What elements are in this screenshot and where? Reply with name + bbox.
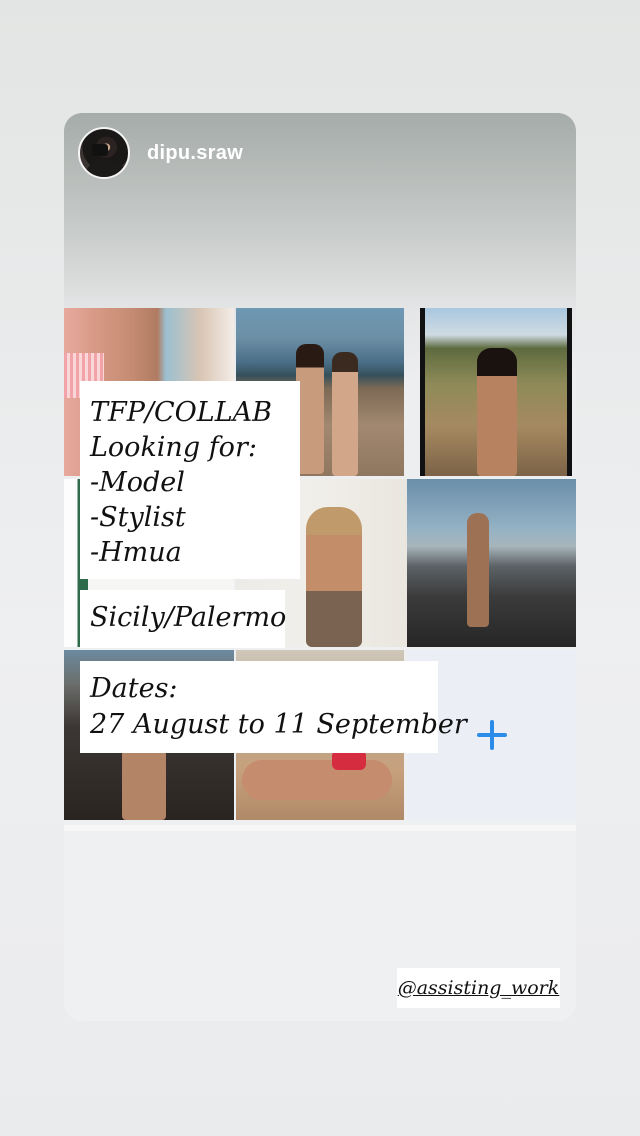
divider xyxy=(64,825,576,831)
text-line: -Stylist xyxy=(90,502,186,533)
text-sticker-looking-for: TFP/COLLAB Looking for: -Model -Stylist … xyxy=(80,381,300,579)
dates-value: 27 August to 11 September xyxy=(90,709,467,740)
photo-tile xyxy=(420,308,572,476)
text-sticker-location: Sicily/Palermo xyxy=(80,590,286,648)
text-line: -Hmua xyxy=(90,537,182,568)
text-line: -Model xyxy=(90,467,185,498)
camera-icon xyxy=(92,144,108,156)
plus-icon[interactable] xyxy=(477,720,507,750)
dates-label: Dates: xyxy=(90,673,178,704)
text-sticker-dates: Dates: 27 August to 11 September xyxy=(80,661,467,753)
story-card: dipu.sraw TFP/COLLAB Looking for: -Model… xyxy=(64,113,576,1021)
text-line: Looking for: xyxy=(90,432,257,463)
text-line: TFP/COLLAB xyxy=(90,397,272,428)
username[interactable]: dipu.sraw xyxy=(147,142,243,165)
profile-avatar[interactable] xyxy=(78,127,130,179)
mention-sticker[interactable]: @assisting_work xyxy=(397,968,560,1008)
photo-tile xyxy=(407,479,576,647)
